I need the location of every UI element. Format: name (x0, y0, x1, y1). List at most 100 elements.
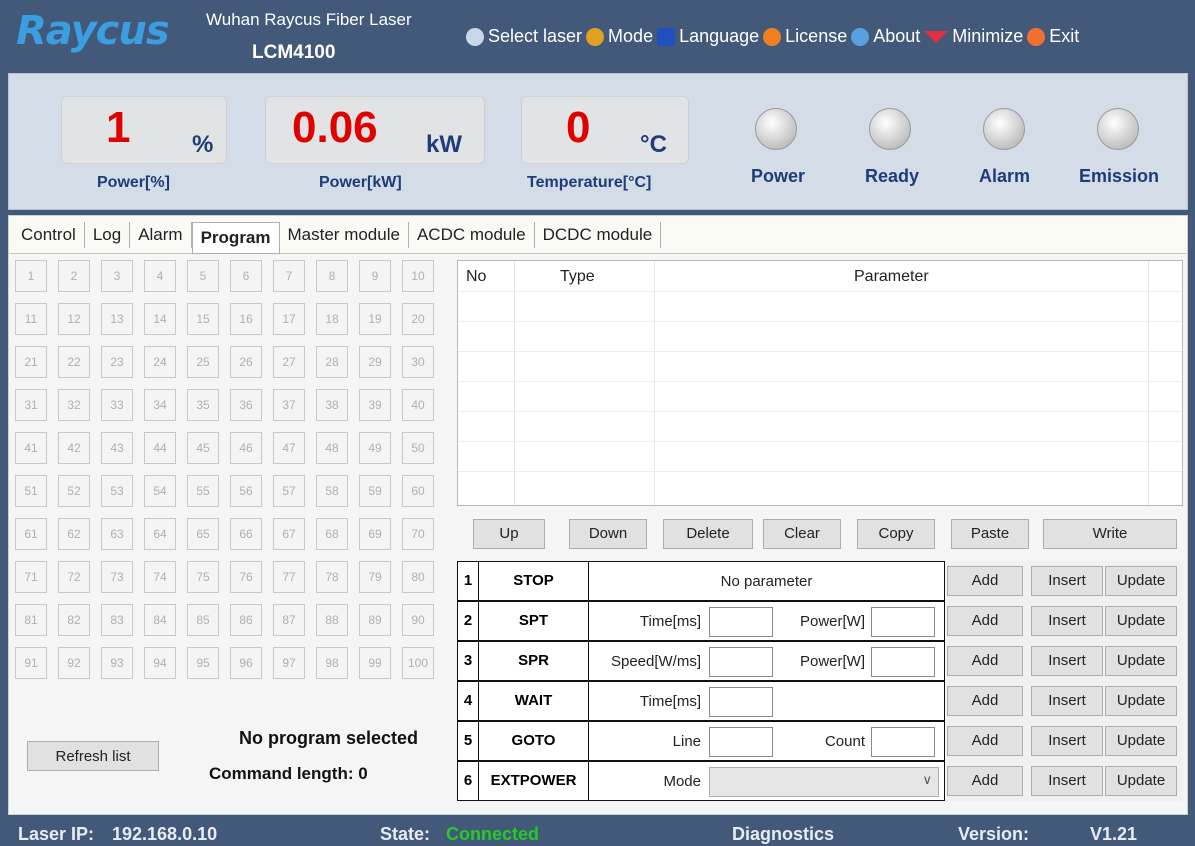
menu-mode[interactable]: Mode (586, 26, 653, 47)
param-input[interactable] (871, 727, 935, 757)
program-slot[interactable]: 54 (144, 475, 176, 507)
down-button[interactable]: Down (569, 519, 647, 549)
program-slot[interactable]: 22 (58, 346, 90, 378)
program-slot[interactable]: 90 (402, 604, 434, 636)
tab-program[interactable]: Program (191, 221, 280, 254)
program-slot[interactable]: 47 (273, 432, 305, 464)
refresh-list-button[interactable]: Refresh list (27, 741, 159, 771)
program-slot[interactable]: 45 (187, 432, 219, 464)
program-slot[interactable]: 27 (273, 346, 305, 378)
program-slot[interactable]: 25 (187, 346, 219, 378)
tab-master-module[interactable]: Master module (280, 221, 409, 248)
up-button[interactable]: Up (473, 519, 545, 549)
program-slot[interactable]: 37 (273, 389, 305, 421)
program-slot[interactable]: 8 (316, 260, 348, 292)
program-slot[interactable]: 99 (359, 647, 391, 679)
program-slot[interactable]: 65 (187, 518, 219, 550)
program-slot[interactable]: 23 (101, 346, 133, 378)
insert-button[interactable]: Insert (1031, 726, 1103, 756)
update-button[interactable]: Update (1105, 766, 1177, 796)
program-slot[interactable]: 52 (58, 475, 90, 507)
delete-button[interactable]: Delete (663, 519, 753, 549)
program-slot[interactable]: 38 (316, 389, 348, 421)
program-slot[interactable]: 68 (316, 518, 348, 550)
program-slot[interactable]: 59 (359, 475, 391, 507)
insert-button[interactable]: Insert (1031, 766, 1103, 796)
program-slot[interactable]: 64 (144, 518, 176, 550)
program-slot[interactable]: 3 (101, 260, 133, 292)
program-slot[interactable]: 98 (316, 647, 348, 679)
program-slot[interactable]: 1 (15, 260, 47, 292)
program-slot[interactable]: 94 (144, 647, 176, 679)
program-slot[interactable]: 16 (230, 303, 262, 335)
program-slot[interactable]: 17 (273, 303, 305, 335)
add-button[interactable]: Add (947, 726, 1023, 756)
param-input[interactable] (871, 607, 935, 637)
program-slot[interactable]: 56 (230, 475, 262, 507)
write-button[interactable]: Write (1043, 519, 1177, 549)
add-button[interactable]: Add (947, 686, 1023, 716)
program-slot[interactable]: 61 (15, 518, 47, 550)
insert-button[interactable]: Insert (1031, 686, 1103, 716)
program-slot[interactable]: 72 (58, 561, 90, 593)
program-slot[interactable]: 48 (316, 432, 348, 464)
program-slot[interactable]: 74 (144, 561, 176, 593)
program-slot[interactable]: 10 (402, 260, 434, 292)
program-slot[interactable]: 62 (58, 518, 90, 550)
program-slot[interactable]: 84 (144, 604, 176, 636)
program-slot[interactable]: 39 (359, 389, 391, 421)
program-slot[interactable]: 95 (187, 647, 219, 679)
insert-button[interactable]: Insert (1031, 606, 1103, 636)
mode-select[interactable]: ∨ (709, 767, 939, 797)
program-slot[interactable]: 7 (273, 260, 305, 292)
program-slot[interactable]: 89 (359, 604, 391, 636)
program-slot[interactable]: 87 (273, 604, 305, 636)
menu-about[interactable]: About (851, 26, 920, 47)
program-slot[interactable]: 36 (230, 389, 262, 421)
program-slot[interactable]: 53 (101, 475, 133, 507)
program-slot[interactable]: 41 (15, 432, 47, 464)
program-slot[interactable]: 2 (58, 260, 90, 292)
program-slot[interactable]: 80 (402, 561, 434, 593)
program-slot[interactable]: 11 (15, 303, 47, 335)
program-slot[interactable]: 26 (230, 346, 262, 378)
program-slot[interactable]: 69 (359, 518, 391, 550)
program-slot[interactable]: 21 (15, 346, 47, 378)
program-slot[interactable]: 58 (316, 475, 348, 507)
tab-control[interactable]: Control (13, 221, 85, 248)
program-slot[interactable]: 46 (230, 432, 262, 464)
program-slot[interactable]: 81 (15, 604, 47, 636)
menu-select-laser[interactable]: Select laser (466, 26, 582, 47)
program-slot[interactable]: 66 (230, 518, 262, 550)
program-slot[interactable]: 73 (101, 561, 133, 593)
program-slot[interactable]: 96 (230, 647, 262, 679)
add-button[interactable]: Add (947, 646, 1023, 676)
program-table[interactable]: No Type Parameter (457, 260, 1183, 506)
insert-button[interactable]: Insert (1031, 566, 1103, 596)
program-slot[interactable]: 50 (402, 432, 434, 464)
program-slot[interactable]: 76 (230, 561, 262, 593)
program-slot[interactable]: 5 (187, 260, 219, 292)
program-slot[interactable]: 33 (101, 389, 133, 421)
menu-minimize[interactable]: Minimize (924, 26, 1023, 47)
add-button[interactable]: Add (947, 566, 1023, 596)
program-slot[interactable]: 78 (316, 561, 348, 593)
add-button[interactable]: Add (947, 766, 1023, 796)
program-slot[interactable]: 24 (144, 346, 176, 378)
program-slot[interactable]: 51 (15, 475, 47, 507)
tab-acdc-module[interactable]: ACDC module (409, 221, 535, 248)
program-slot[interactable]: 9 (359, 260, 391, 292)
program-slot[interactable]: 4 (144, 260, 176, 292)
program-slot[interactable]: 32 (58, 389, 90, 421)
program-slot[interactable]: 34 (144, 389, 176, 421)
program-slot[interactable]: 63 (101, 518, 133, 550)
update-button[interactable]: Update (1105, 606, 1177, 636)
menu-exit[interactable]: Exit (1027, 26, 1079, 47)
program-slot[interactable]: 35 (187, 389, 219, 421)
update-button[interactable]: Update (1105, 566, 1177, 596)
insert-button[interactable]: Insert (1031, 646, 1103, 676)
program-slot[interactable]: 30 (402, 346, 434, 378)
program-slot[interactable]: 42 (58, 432, 90, 464)
program-slot[interactable]: 28 (316, 346, 348, 378)
clear-button[interactable]: Clear (763, 519, 841, 549)
